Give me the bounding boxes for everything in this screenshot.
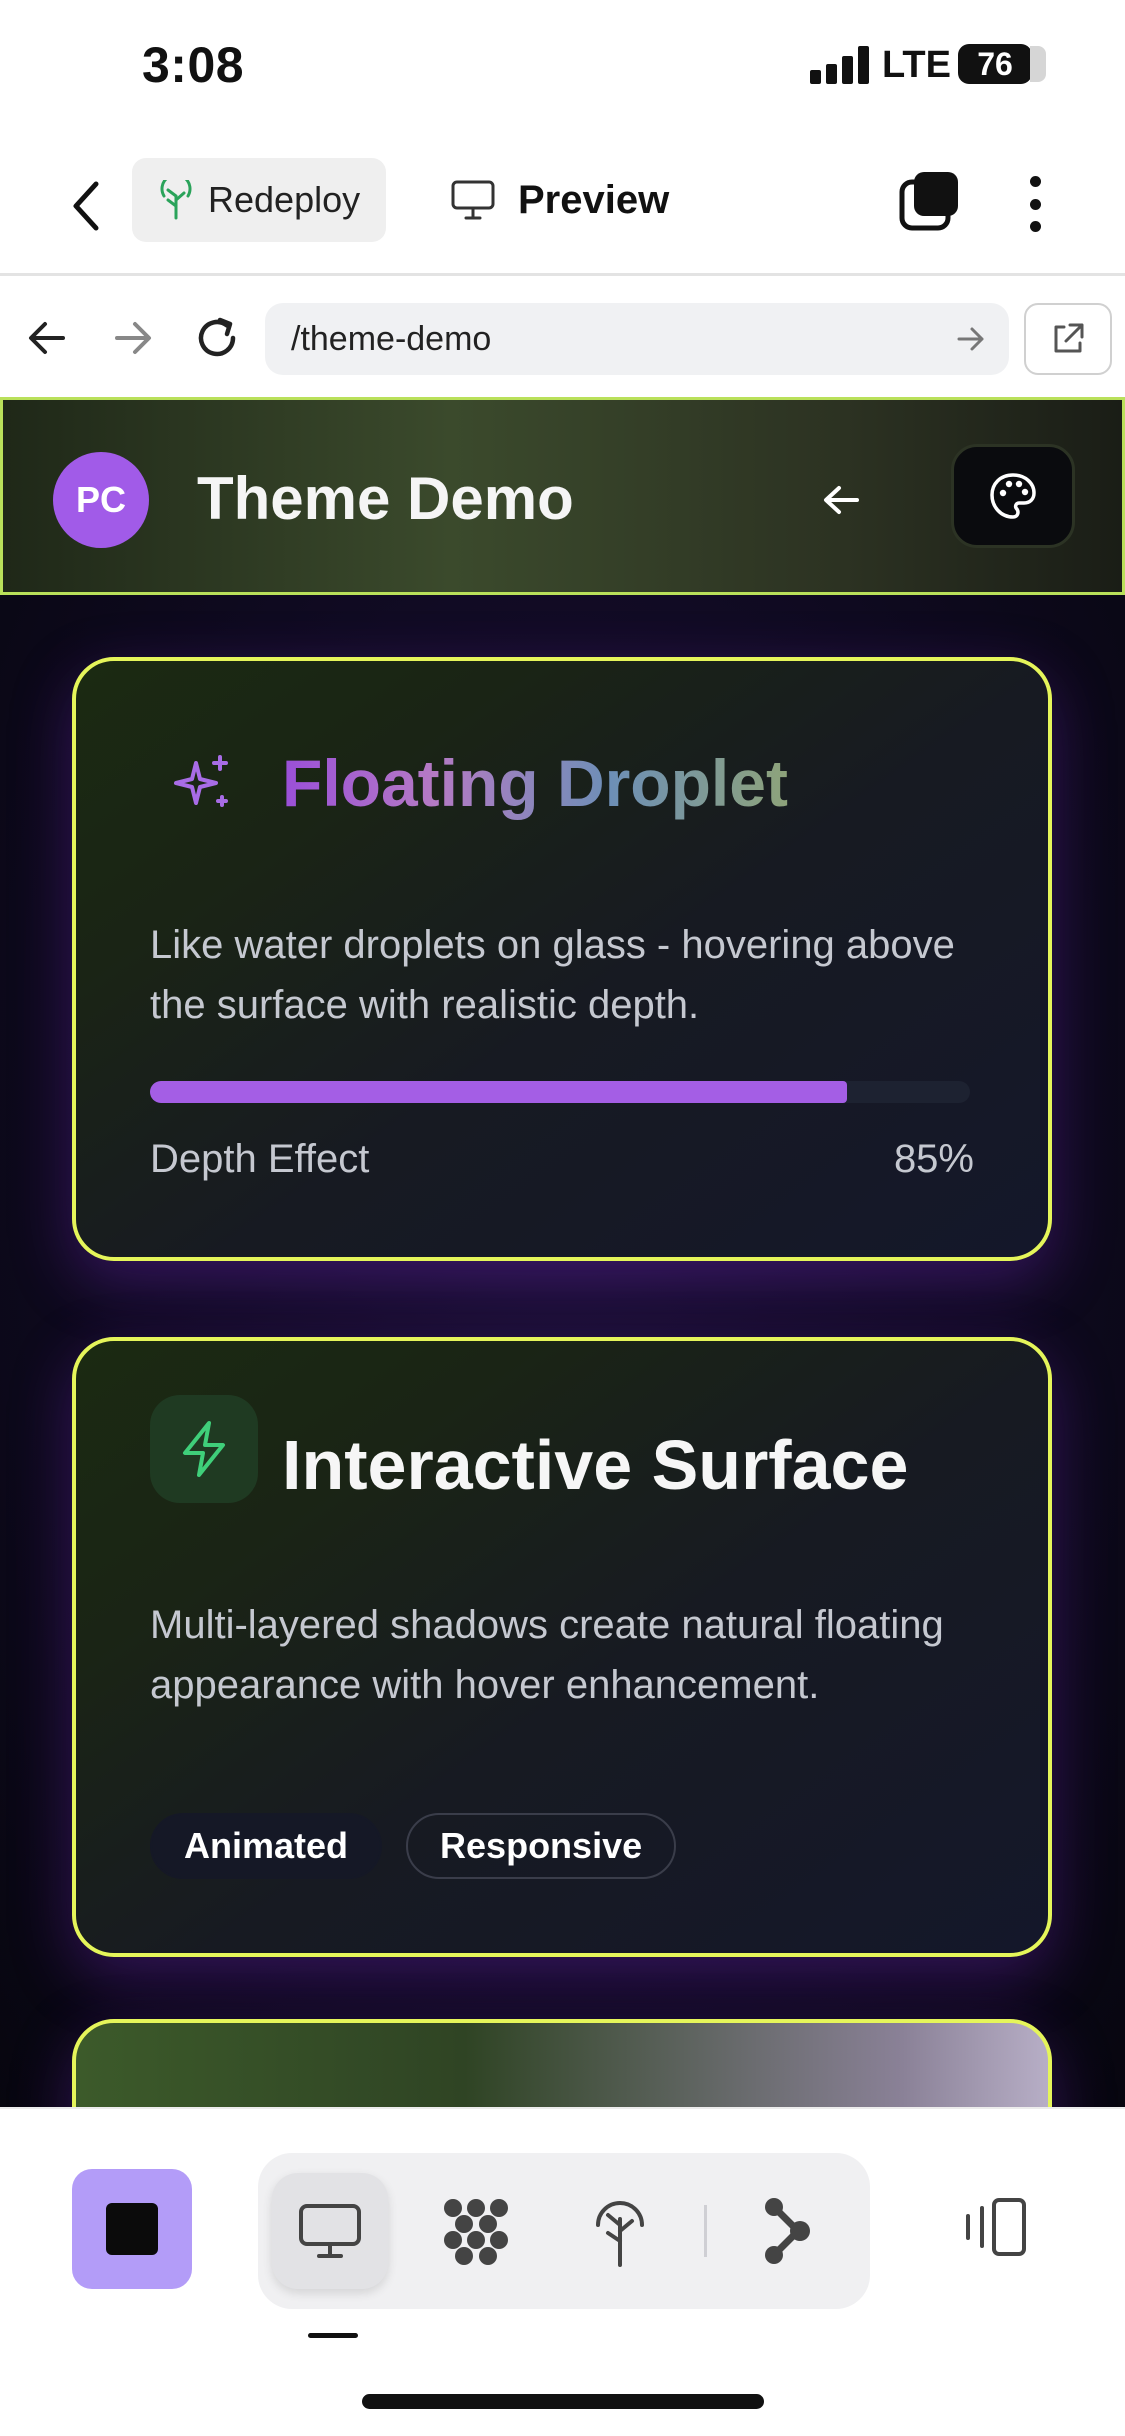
- back-button[interactable]: [56, 168, 116, 244]
- tag-responsive[interactable]: Responsive: [406, 1813, 677, 1879]
- arrow-left-icon: [824, 486, 859, 514]
- stop-button[interactable]: [72, 2169, 192, 2289]
- deploy-tree-icon: [160, 180, 192, 220]
- progress-label: Depth Effect: [150, 1137, 370, 1181]
- tool-apps[interactable]: [418, 2173, 534, 2289]
- browser-back-button[interactable]: [18, 309, 76, 367]
- tool-deploy[interactable]: [562, 2173, 678, 2289]
- interactive-surface-card[interactable]: Interactive Surface Multi-layered shadow…: [72, 1337, 1052, 1957]
- redeploy-button[interactable]: Redeploy: [132, 158, 386, 242]
- reload-button[interactable]: [188, 309, 246, 367]
- tag-list: Animated Responsive: [150, 1813, 677, 1879]
- apps-grid-icon: [444, 2199, 508, 2265]
- lightning-icon-badge: [150, 1395, 258, 1503]
- url-field[interactable]: /theme-demo: [265, 303, 1009, 375]
- stop-icon: [106, 2203, 158, 2255]
- redeploy-label: Redeploy: [208, 179, 361, 220]
- preview-button[interactable]: Preview: [450, 158, 669, 242]
- theme-palette-button[interactable]: [951, 444, 1075, 548]
- home-indicator: [362, 2394, 764, 2409]
- more-dot-icon: [1029, 176, 1041, 187]
- third-card-partial[interactable]: [72, 2019, 1052, 2107]
- toolbar-divider: [704, 2205, 707, 2257]
- monitor-icon: [299, 2204, 361, 2258]
- browser-forward-button[interactable]: [104, 309, 162, 367]
- battery-icon: 76: [958, 44, 1046, 84]
- arrow-left-icon: [29, 322, 65, 354]
- card-description: Multi-layered shadows create natural flo…: [150, 1603, 944, 1707]
- card-description: Like water droplets on glass - hovering …: [150, 923, 955, 1027]
- network-label: LTE: [882, 44, 951, 86]
- tag-animated[interactable]: Animated: [150, 1813, 383, 1879]
- tabs-button[interactable]: [898, 170, 962, 234]
- device-frame-icon: [966, 2198, 1026, 2256]
- demo-back-button[interactable]: [811, 470, 871, 530]
- palette-icon: [990, 473, 1036, 519]
- status-bar: 3:08 LTE 76: [0, 0, 1125, 130]
- reload-icon: [198, 317, 236, 357]
- tool-branch[interactable]: [728, 2173, 844, 2289]
- go-arrow-icon[interactable]: [953, 321, 989, 357]
- floating-droplet-card[interactable]: Floating Droplet Like water droplets on …: [72, 657, 1052, 1261]
- avatar[interactable]: PC: [53, 452, 149, 548]
- card-title: Interactive Surface: [282, 1426, 909, 1504]
- preview-label: Preview: [518, 177, 670, 222]
- signal-icon: [810, 46, 870, 84]
- more-dot-icon: [1029, 221, 1041, 232]
- app-header: Redeploy Preview: [0, 130, 1125, 276]
- active-tool-indicator: [308, 2333, 358, 2338]
- chevron-left-icon: [73, 181, 99, 231]
- depth-progress-bar: [150, 1081, 970, 1103]
- demo-header: PC Theme Demo: [0, 397, 1125, 595]
- bottom-toolbar: [0, 2107, 1125, 2436]
- device-toggle-button[interactable]: [950, 2183, 1038, 2271]
- external-link-icon: [1054, 323, 1084, 353]
- more-options-button[interactable]: [1010, 168, 1060, 240]
- preview-viewport: PC Theme Demo Floating Droplet Like wate…: [0, 397, 1125, 2107]
- more-dot-icon: [1029, 198, 1041, 210]
- browser-bar: /theme-demo: [0, 279, 1125, 397]
- depth-progress-fill: [150, 1081, 847, 1103]
- progress-value: 85%: [893, 1137, 974, 1181]
- url-text: /theme-demo: [291, 319, 492, 358]
- deploy-tree-icon: [596, 2201, 644, 2267]
- arrow-right-icon: [115, 322, 151, 354]
- tabs-icon: [899, 172, 958, 231]
- battery-level: 76: [977, 45, 1013, 82]
- open-external-button[interactable]: [1024, 303, 1112, 375]
- tool-preview[interactable]: [272, 2173, 388, 2289]
- page-title: Theme Demo: [197, 465, 574, 532]
- card-title: Floating Droplet: [282, 746, 788, 820]
- sparkle-icon: [174, 755, 228, 807]
- branch-icon: [765, 2198, 810, 2264]
- monitor-icon: [451, 180, 495, 220]
- lightning-icon: [183, 1421, 225, 1477]
- status-time: 3:08: [142, 37, 245, 93]
- tool-group: [258, 2153, 870, 2309]
